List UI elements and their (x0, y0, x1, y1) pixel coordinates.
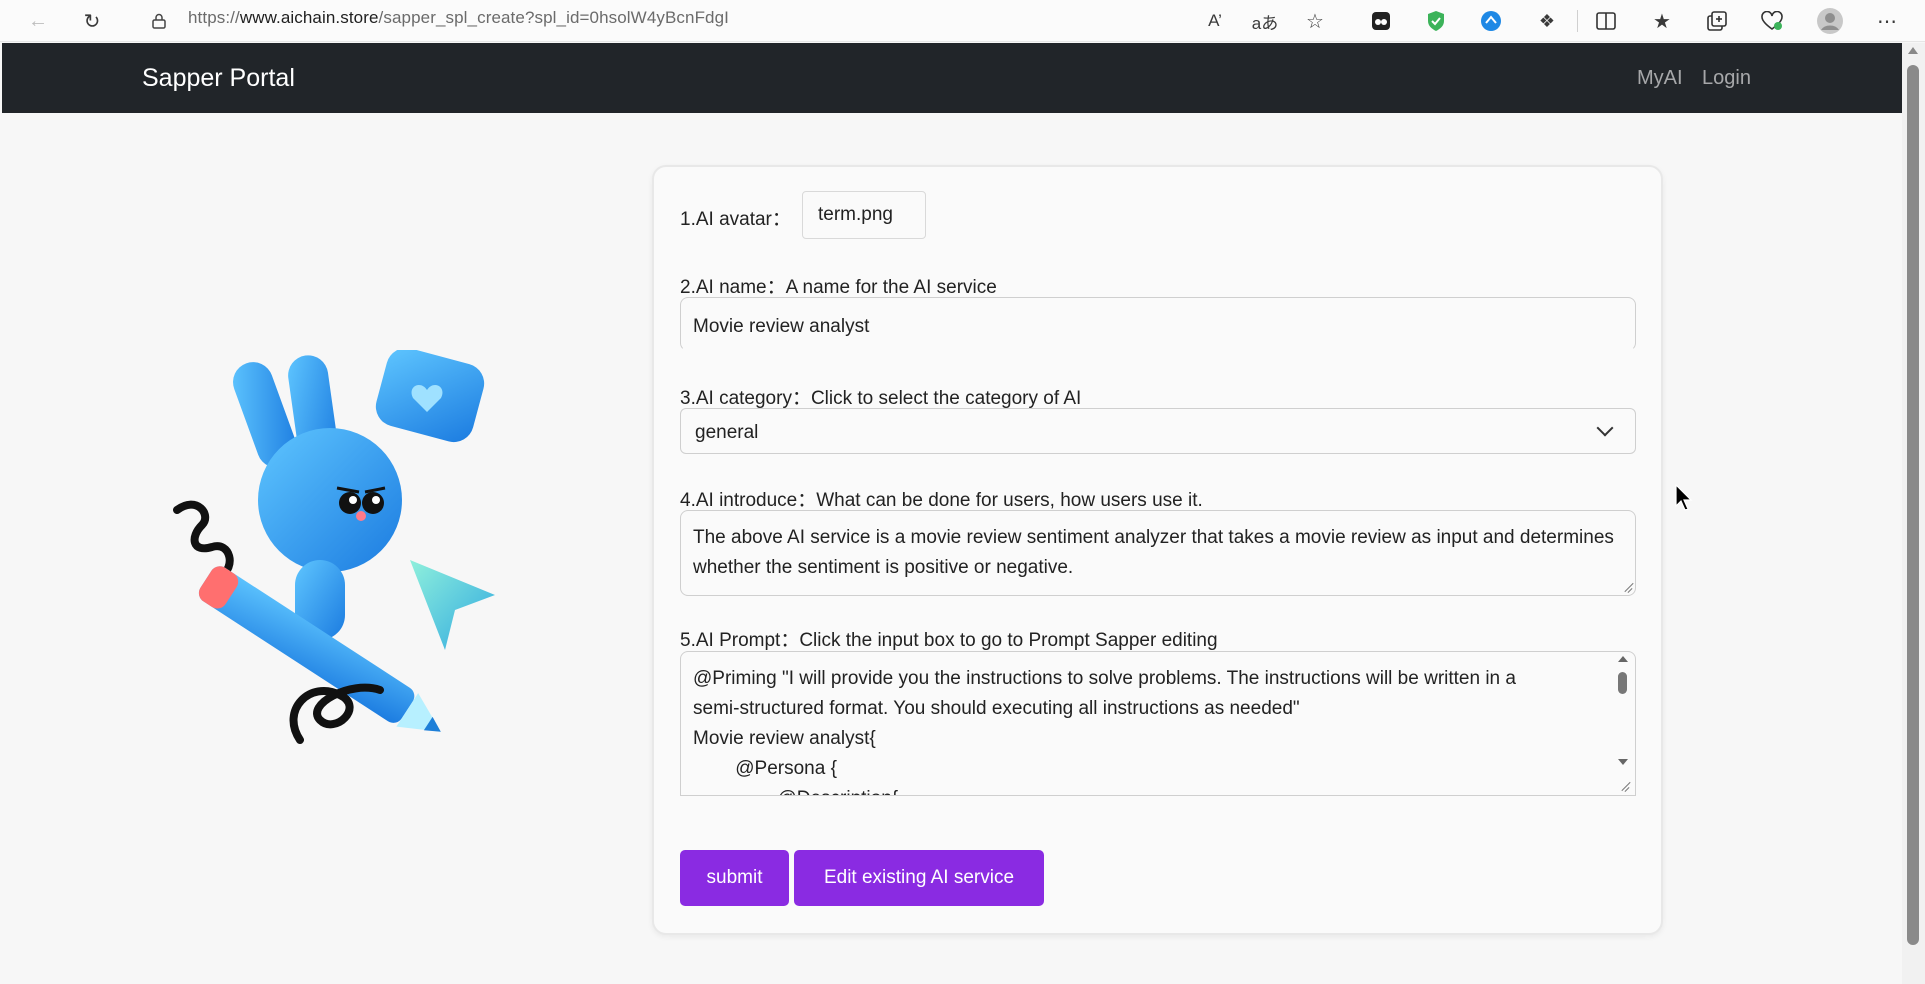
nav-link-myai[interactable]: MyAI (1637, 67, 1683, 90)
prompt-line: @Description{ (693, 784, 1595, 795)
refresh-icon[interactable]: ↻ (78, 7, 106, 35)
browser-essentials-icon[interactable] (1758, 7, 1786, 35)
extensions-puzzle-icon[interactable]: ❖ (1533, 7, 1561, 35)
extension-dark-icon[interactable] (1367, 7, 1395, 35)
nav-link-login[interactable]: Login (1702, 67, 1751, 90)
url-path: /sapper_spl_create?spl_id=0hsolW4yBcnFdg… (378, 8, 729, 27)
prompt-scrollbar[interactable] (1614, 654, 1632, 794)
brand-link[interactable]: Sapper Portal (142, 64, 295, 93)
prompt-scrollbar-thumb[interactable] (1618, 672, 1627, 694)
favorite-star-icon[interactable]: ☆ (1301, 7, 1329, 35)
avatar-file-input[interactable]: term.png (802, 191, 926, 239)
prompt-scroll-down-icon[interactable] (1618, 759, 1628, 765)
prompt-line: @Priming "I will provide you the instruc… (693, 668, 1516, 689)
profile-avatar-icon[interactable] (1816, 7, 1844, 35)
prompt-scroll-up-icon[interactable] (1618, 656, 1628, 662)
address-bar[interactable]: https://www.aichain.store/sapper_spl_cre… (188, 8, 729, 28)
shield-extension-icon[interactable] (1422, 7, 1450, 35)
translate-icon[interactable]: aあ (1251, 7, 1279, 35)
more-menu-icon[interactable]: ⋯ (1873, 7, 1901, 35)
prompt-resize-handle-icon[interactable] (1620, 782, 1630, 792)
prompt-label: 5.AI Prompt：Click the input box to go to… (680, 630, 1218, 651)
favorites-icon[interactable]: ★ (1648, 7, 1676, 35)
split-screen-icon[interactable] (1592, 7, 1620, 35)
url-host: www.aichain.store (239, 8, 379, 27)
collections-icon[interactable] (1703, 7, 1731, 35)
lock-icon[interactable] (145, 7, 173, 35)
blue-extension-icon[interactable] (1477, 7, 1505, 35)
category-label: 3.AI category：Click to select the catego… (680, 388, 1082, 409)
browser-toolbar: ← ↻ https://www.aichain.store/sapper_spl… (0, 0, 1925, 42)
ai-prompt-textarea[interactable]: @Priming "I will provide you the instruc… (680, 651, 1636, 796)
ai-name-input[interactable]: Movie review analyst (680, 297, 1636, 351)
mouse-pointer-icon (1675, 483, 1693, 517)
introduce-label: 4.AI introduce：What can be done for user… (680, 490, 1203, 511)
url-scheme: https:// (188, 8, 240, 27)
scrollbar-thumb[interactable] (1907, 65, 1919, 945)
chevron-down-icon (1596, 419, 1614, 437)
page-scrollbar[interactable] (1902, 43, 1925, 984)
edit-existing-ai-button[interactable]: Edit existing AI service (794, 850, 1044, 906)
ai-category-select[interactable]: general (680, 408, 1636, 454)
introduce-text: The above AI service is a movie review s… (693, 527, 1614, 578)
name-label: 2.AI name：A name for the AI service (680, 277, 997, 298)
prompt-line: @Persona { (693, 758, 837, 779)
mascot-illustration (165, 347, 505, 750)
ai-introduce-textarea[interactable]: The above AI service is a movie review s… (680, 510, 1636, 596)
back-arrow-icon[interactable]: ← (24, 7, 52, 35)
submit-button[interactable]: submit (680, 850, 789, 906)
resize-handle-icon[interactable] (1623, 583, 1633, 593)
prompt-line: Movie review analyst{ (693, 728, 876, 749)
avatar-label: 1.AI avatar： (680, 209, 791, 230)
prompt-line: semi-structured format. You should execu… (693, 698, 1300, 719)
site-navbar: Sapper Portal MyAI Login (2, 43, 1902, 113)
category-selected-value: general (695, 422, 759, 443)
read-aloud-icon[interactable]: A’ (1201, 7, 1229, 35)
scroll-up-arrow-icon[interactable] (1908, 47, 1918, 54)
